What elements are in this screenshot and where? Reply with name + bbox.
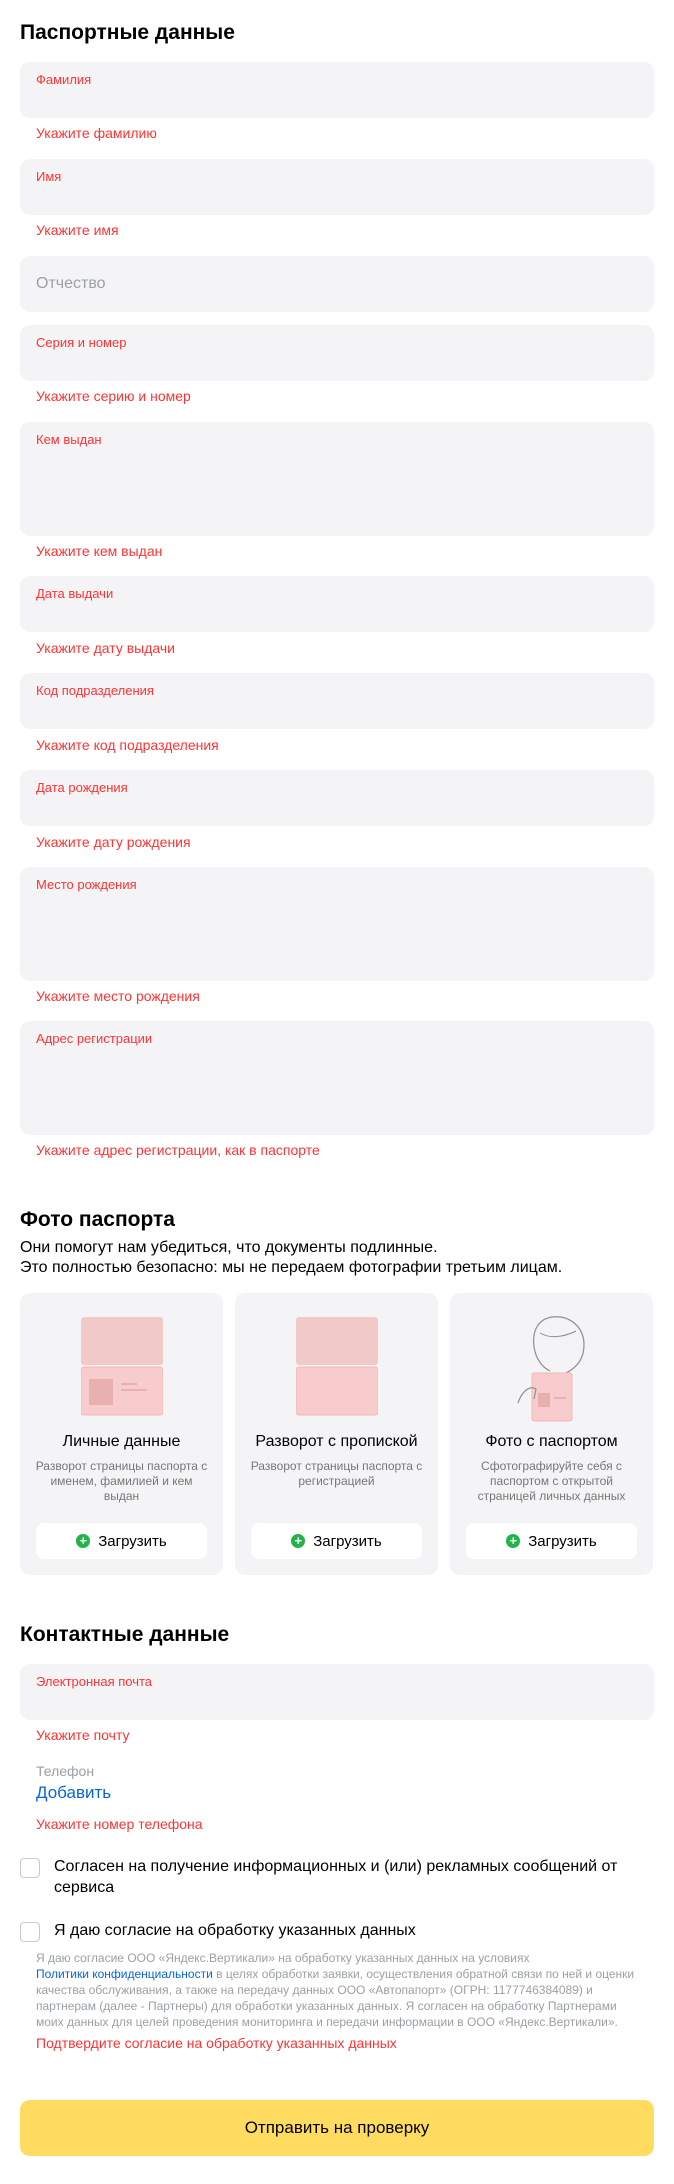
phone-label: Телефон xyxy=(36,1763,95,1779)
birth-place-field[interactable]: Место рождения xyxy=(20,867,654,981)
processing-consent-row[interactable]: Я даю согласие на обработку указанных да… xyxy=(20,1920,654,1942)
photo-card-personal-title: Личные данные xyxy=(62,1433,181,1450)
photo-card-personal-desc: Разворот страницы паспорта с именем, фам… xyxy=(35,1459,208,1503)
plus-circle-icon: + xyxy=(291,1534,306,1548)
photo-card-selfie-desc: Сфотографируйте себя с паспортом с откры… xyxy=(477,1459,626,1503)
plus-circle-icon: + xyxy=(76,1534,91,1548)
upload-selfie-label: Загрузить xyxy=(528,1532,597,1550)
upload-personal-button[interactable]: + Загрузить xyxy=(36,1523,207,1559)
marketing-consent-checkbox[interactable] xyxy=(20,1858,40,1878)
photo-card-selfie: Фото с паспортом Сфотографируйте себя с … xyxy=(450,1293,653,1575)
phone-error: Укажите номер телефона xyxy=(36,1816,203,1832)
passport-form-page: Паспортные данные Фамилия Укажите фамили… xyxy=(0,0,674,2184)
submit-button[interactable]: Отправить на проверку xyxy=(20,2100,654,2156)
issued-by-field[interactable]: Кем выдан xyxy=(20,422,654,536)
issued-by-label: Кем выдан xyxy=(36,432,102,447)
birth-date-error: Укажите дату рождения xyxy=(36,834,191,850)
birth-place-error: Укажите место рождения xyxy=(36,988,200,1004)
patronymic-placeholder: Отчество xyxy=(36,275,106,292)
email-field[interactable]: Электронная почта xyxy=(20,1664,654,1720)
photo-card-registration-title: Разворот с пропиской xyxy=(255,1433,418,1450)
photo-card-selfie-title: Фото с паспортом xyxy=(485,1433,618,1450)
passport-registration-page-icon xyxy=(295,1317,378,1416)
consent-details: Я даю согласие ООО «Яндекс.Вертикали» на… xyxy=(20,1950,654,2030)
issue-date-field[interactable]: Дата выдачи xyxy=(20,576,654,632)
series-number-field[interactable]: Серия и номер xyxy=(20,325,654,381)
email-error: Укажите почту xyxy=(36,1727,130,1743)
firstname-label: Имя xyxy=(36,169,62,184)
photos-subtitle-line2: Это полностью безопасно: мы не передаем … xyxy=(20,1259,563,1276)
birth-date-label: Дата рождения xyxy=(36,780,128,795)
birth-date-field[interactable]: Дата рождения xyxy=(20,770,654,826)
marketing-consent-row[interactable]: Согласен на получение информационных и (… xyxy=(20,1856,654,1898)
selfie-with-passport-icon xyxy=(516,1316,585,1422)
registration-address-error: Укажите адрес регистрации, как в паспорт… xyxy=(36,1142,320,1158)
division-code-label: Код подразделения xyxy=(36,683,154,698)
photo-card-registration-desc: Разворот страницы паспорта с регистрацие… xyxy=(250,1459,423,1488)
issue-date-label: Дата выдачи xyxy=(36,586,114,601)
registration-address-field[interactable]: Адрес регистрации xyxy=(20,1021,654,1135)
upload-registration-label: Загрузить xyxy=(313,1532,382,1550)
processing-consent-checkbox[interactable] xyxy=(20,1922,40,1942)
division-code-field[interactable]: Код подразделения xyxy=(20,673,654,729)
consent-error: Подтвердите согласие на обработку указан… xyxy=(36,2035,397,2051)
contacts-section-title: Контактные данные xyxy=(20,1623,230,1646)
photos-section-title: Фото паспорта xyxy=(20,1208,175,1231)
upload-selfie-button[interactable]: + Загрузить xyxy=(466,1523,637,1559)
privacy-policy-link[interactable]: Политики конфиденциальности xyxy=(36,1967,213,1981)
series-number-label: Серия и номер xyxy=(36,335,127,350)
photo-card-registration: Разворот с пропиской Разворот страницы п… xyxy=(235,1293,438,1575)
plus-circle-icon: + xyxy=(506,1534,521,1548)
upload-registration-button[interactable]: + Загрузить xyxy=(251,1523,422,1559)
issued-by-error: Укажите кем выдан xyxy=(36,543,163,559)
birth-place-label: Место рождения xyxy=(36,877,137,892)
firstname-error: Укажите имя xyxy=(36,222,119,238)
photo-card-personal: Личные данные Разворот страницы паспорта… xyxy=(20,1293,223,1575)
series-number-error: Укажите серию и номер xyxy=(36,388,191,404)
division-code-error: Укажите код подразделения xyxy=(36,737,219,753)
email-label: Электронная почта xyxy=(36,1674,153,1689)
passport-personal-page-icon xyxy=(80,1317,163,1416)
firstname-field[interactable]: Имя xyxy=(20,159,654,215)
issue-date-error: Укажите дату выдачи xyxy=(36,640,175,656)
processing-consent-text: Я даю согласие на обработку указанных да… xyxy=(54,1922,416,1939)
patronymic-field[interactable]: Отчество xyxy=(20,256,654,312)
upload-personal-label: Загрузить xyxy=(98,1532,167,1550)
lastname-field[interactable]: Фамилия xyxy=(20,62,654,118)
photo-cards: Личные данные Разворот страницы паспорта… xyxy=(20,1293,653,1575)
consent-details-part1: Я даю согласие ООО «Яндекс.Вертикали» на… xyxy=(36,1951,530,1965)
passport-section-title: Паспортные данные xyxy=(20,21,235,44)
lastname-label: Фамилия xyxy=(36,72,92,87)
lastname-error: Укажите фамилию xyxy=(36,125,157,141)
registration-address-label: Адрес регистрации xyxy=(36,1031,153,1046)
marketing-consent-text: Согласен на получение информационных и (… xyxy=(54,1858,618,1896)
photos-subtitle-line1: Они помогут нам убедиться, что документы… xyxy=(20,1239,438,1256)
phone-add-link[interactable]: Добавить xyxy=(20,1783,111,1803)
